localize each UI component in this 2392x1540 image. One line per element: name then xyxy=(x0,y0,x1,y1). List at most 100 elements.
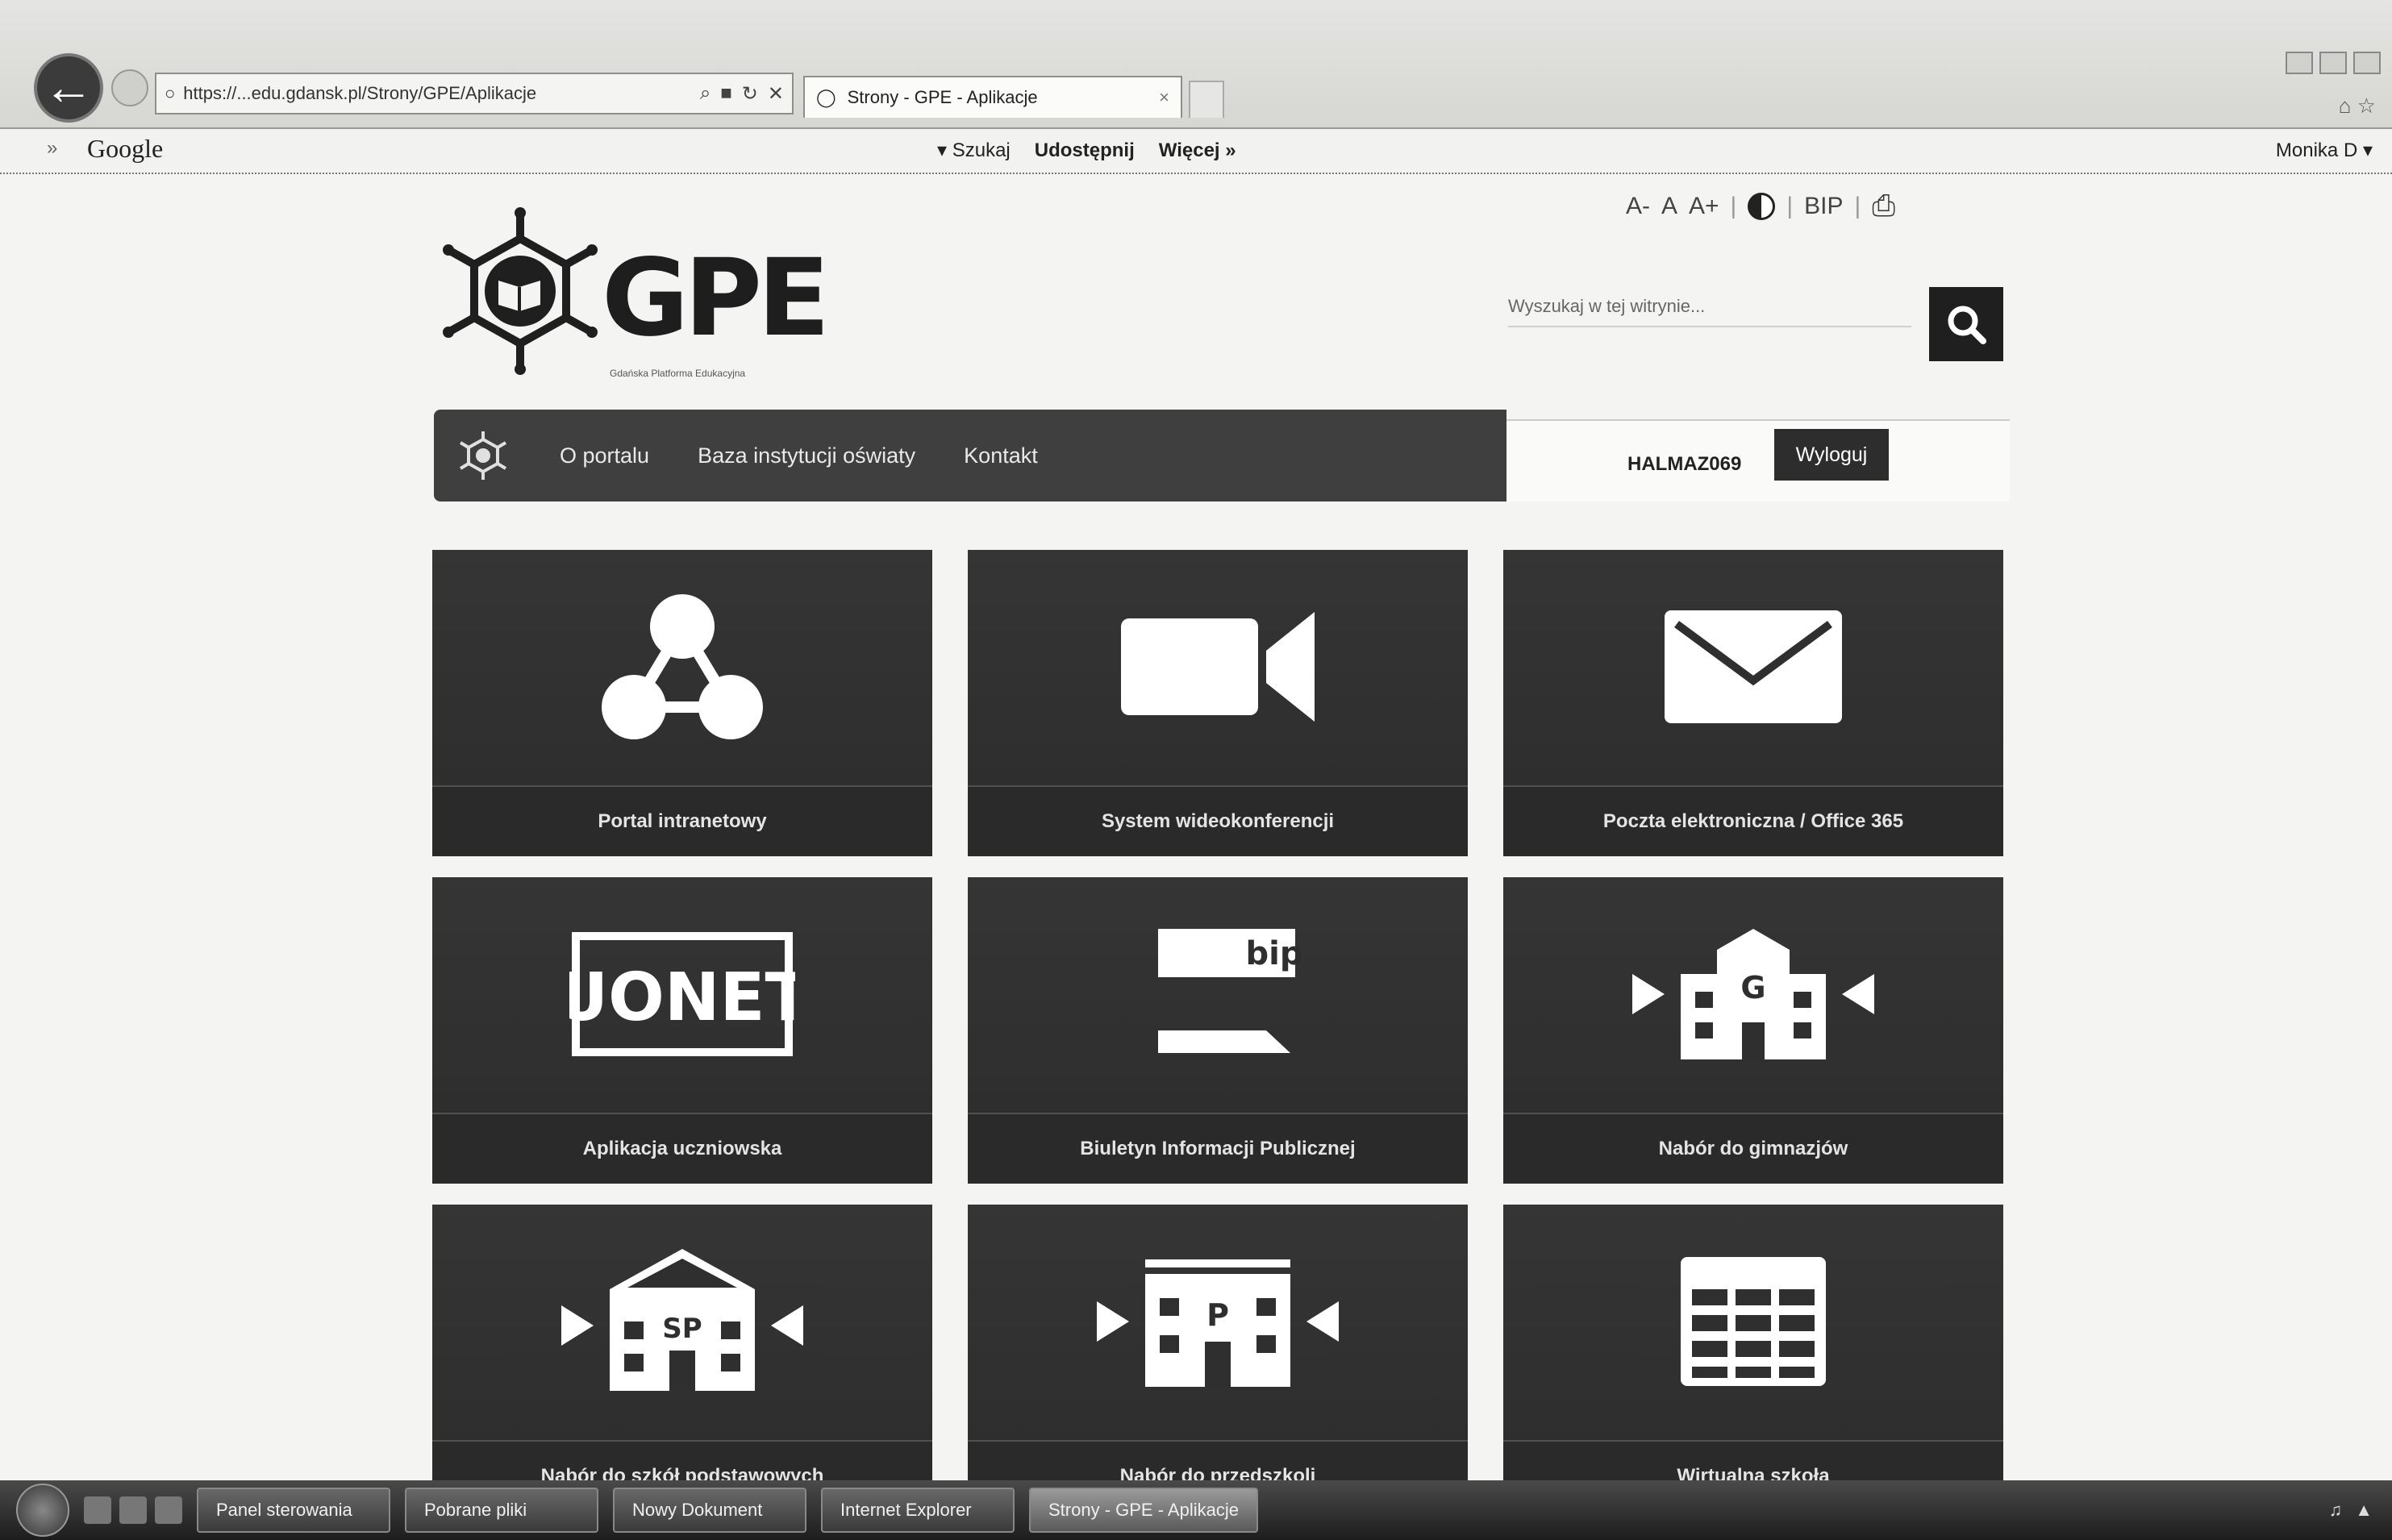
taskbar-item[interactable]: Panel sterowania xyxy=(197,1488,390,1533)
quick-launch-icon[interactable] xyxy=(119,1496,147,1524)
divider: | xyxy=(1730,192,1737,219)
address-url: https://...edu.gdansk.pl/Strony/GPE/Apli… xyxy=(183,83,537,103)
bip-link[interactable]: BIP xyxy=(1804,193,1843,220)
envelope-icon xyxy=(1665,610,1842,723)
volume-icon[interactable]: ♫ xyxy=(2329,1500,2343,1521)
quick-launch xyxy=(84,1496,182,1524)
tile-label: System wideokonferencji xyxy=(968,785,1468,856)
back-arrow-icon: ← xyxy=(44,60,94,115)
tile-portal-intranetowy[interactable]: Portal intranetowy xyxy=(432,550,932,856)
page: GPE Gdańska Platforma Edukacyjna A- A A+… xyxy=(0,174,2392,1511)
school-g-icon: G xyxy=(1632,929,1874,1059)
stop-icon[interactable]: ✕ xyxy=(768,82,784,106)
tile-label: Aplikacja uczniowska xyxy=(432,1113,932,1184)
font-decrease-button[interactable]: A- xyxy=(1626,193,1650,220)
site-logo[interactable]: GPE Gdańska Platforma Edukacyjna xyxy=(435,206,830,392)
logo-hexagon-icon xyxy=(443,207,598,375)
taskbar-item[interactable]: Pobrane pliki xyxy=(405,1488,598,1533)
font-increase-button[interactable]: A+ xyxy=(1689,193,1719,220)
back-button[interactable]: ← xyxy=(34,53,103,123)
search-icon[interactable]: ⌕ xyxy=(700,82,711,106)
taskbar-item[interactable]: Internet Explorer xyxy=(821,1488,1015,1533)
svg-text:P: P xyxy=(1206,1297,1229,1333)
logo-text: GPE xyxy=(602,236,830,360)
tile-wirtualna-szkola[interactable]: Wirtualna szkoła xyxy=(1503,1205,2003,1511)
window-controls xyxy=(2286,52,2381,74)
tile-nabor-gimnazjow[interactable]: G Nabór do gimnazjów xyxy=(1503,877,2003,1184)
school-sp-icon: SP xyxy=(561,1249,803,1391)
taskbar-item[interactable]: Nowy Dokument xyxy=(613,1488,806,1533)
search-input[interactable] xyxy=(1508,287,1911,327)
tab-close-icon[interactable]: × xyxy=(1159,87,1169,108)
start-button[interactable] xyxy=(16,1484,69,1537)
new-tab-button[interactable] xyxy=(1189,81,1224,118)
toolbar-icons: ⌂ ☆ xyxy=(2339,94,2376,119)
main-navigation: O portalu Baza instytucji oświaty Kontak… xyxy=(434,410,1506,502)
tile-nabor-przedszkoli[interactable]: P Nabór do przedszkoli xyxy=(968,1205,1468,1511)
logout-button[interactable]: Wyloguj xyxy=(1774,429,1889,481)
grid-table-icon xyxy=(1681,1257,1826,1386)
browser-tab[interactable]: ◯ Strony - GPE - Aplikacje × xyxy=(803,76,1182,118)
uonet-icon: UONET xyxy=(569,932,795,1056)
google-toolbar-actions: ▾ Szukaj Udostępnij Więcej » xyxy=(937,139,1236,162)
network-icon xyxy=(602,594,763,739)
print-icon[interactable]: ⎙ xyxy=(1872,189,1895,223)
lock-icon[interactable]: ■ xyxy=(720,82,732,106)
search-button[interactable] xyxy=(1929,287,2003,361)
svg-text:G: G xyxy=(1740,970,1765,1005)
video-camera-icon xyxy=(1121,612,1315,722)
more-button[interactable]: Więcej » xyxy=(1159,139,1236,162)
tab-favicon-icon: ◯ xyxy=(816,87,836,107)
tile-biuletyn-informacji[interactable]: bip Biuletyn Informacji Publicznej xyxy=(968,877,1468,1184)
svg-text:bip: bip xyxy=(1246,935,1303,972)
nav-item-baza-instytucji[interactable]: Baza instytucji oświaty xyxy=(698,443,915,468)
tile-label: Portal intranetowy xyxy=(432,785,932,856)
home-logo-icon xyxy=(459,431,507,480)
tile-label: Nabór do gimnazjów xyxy=(1503,1113,2003,1184)
toolbar-expand-icon[interactable]: » xyxy=(47,137,57,160)
share-button[interactable]: Udostępnij xyxy=(1035,139,1135,162)
google-logo: Google xyxy=(87,134,164,163)
quick-launch-icon[interactable] xyxy=(155,1496,182,1524)
minimize-button[interactable] xyxy=(2286,52,2313,74)
system-tray: ♫ ▲ xyxy=(2329,1500,2373,1521)
tile-poczta-elektroniczna[interactable]: Poczta elektroniczna / Office 365 xyxy=(1503,550,2003,856)
home-nav-button[interactable] xyxy=(455,427,511,484)
maximize-button[interactable] xyxy=(2319,52,2347,74)
divider: | xyxy=(1786,192,1794,219)
star-icon[interactable]: ☆ xyxy=(2357,94,2376,118)
accessibility-tools: A- A A+ | | BIP | ⎙ xyxy=(1626,189,1895,223)
nav-item-o-portalu[interactable]: O portalu xyxy=(560,443,649,468)
refresh-icon[interactable]: ↻ xyxy=(742,82,758,106)
quick-launch-icon[interactable] xyxy=(84,1496,111,1524)
google-toolbar: » Google ▾ Szukaj Udostępnij Więcej » Mo… xyxy=(0,129,2392,174)
taskbar: Panel sterowania Pobrane pliki Nowy Doku… xyxy=(0,1480,2392,1540)
tile-aplikacja-uczniowska[interactable]: UONET Aplikacja uczniowska xyxy=(432,877,932,1184)
browser-chrome: ← ○ https://...edu.gdansk.pl/Strony/GPE/… xyxy=(0,0,2392,129)
page-icon: ○ xyxy=(165,83,176,103)
close-window-button[interactable] xyxy=(2353,52,2381,74)
svg-text:SP: SP xyxy=(662,1313,702,1345)
svg-text:UONET: UONET xyxy=(569,959,795,1036)
tile-label: Biuletyn Informacji Publicznej xyxy=(968,1113,1468,1184)
google-user-menu[interactable]: Monika D ▾ xyxy=(2276,139,2373,162)
search-icon xyxy=(1948,306,1986,344)
app-tiles: Portal intranetowy System wideokonferenc… xyxy=(432,550,2005,1511)
network-tray-icon[interactable]: ▲ xyxy=(2355,1500,2373,1521)
tab-title: Strony - GPE - Aplikacje xyxy=(847,87,1038,107)
taskbar-item[interactable]: Strony - GPE - Aplikacje xyxy=(1029,1488,1258,1533)
font-normal-button[interactable]: A xyxy=(1661,193,1677,220)
forward-button[interactable] xyxy=(111,69,148,106)
address-bar[interactable]: ○ https://...edu.gdansk.pl/Strony/GPE/Ap… xyxy=(155,73,794,114)
contrast-icon[interactable] xyxy=(1748,192,1776,220)
home-icon[interactable]: ⌂ xyxy=(2339,94,2352,118)
logo-tagline: Gdańska Platforma Edukacyjna xyxy=(610,368,746,379)
bip-icon: bip xyxy=(1158,929,1303,1053)
address-bar-actions: ⌕ ■ ↻ ✕ xyxy=(700,82,784,106)
user-area: HALMAZ069 Wyloguj xyxy=(1506,419,2010,502)
search-dropdown[interactable]: ▾ Szukaj xyxy=(937,139,1011,162)
tile-nabor-szkol-podstawowych[interactable]: SP Nabór do szkół podstawowych xyxy=(432,1205,932,1511)
tile-system-wideokonferencji[interactable]: System wideokonferencji xyxy=(968,550,1468,856)
divider: | xyxy=(1854,192,1861,219)
nav-item-kontakt[interactable]: Kontakt xyxy=(964,443,1038,468)
